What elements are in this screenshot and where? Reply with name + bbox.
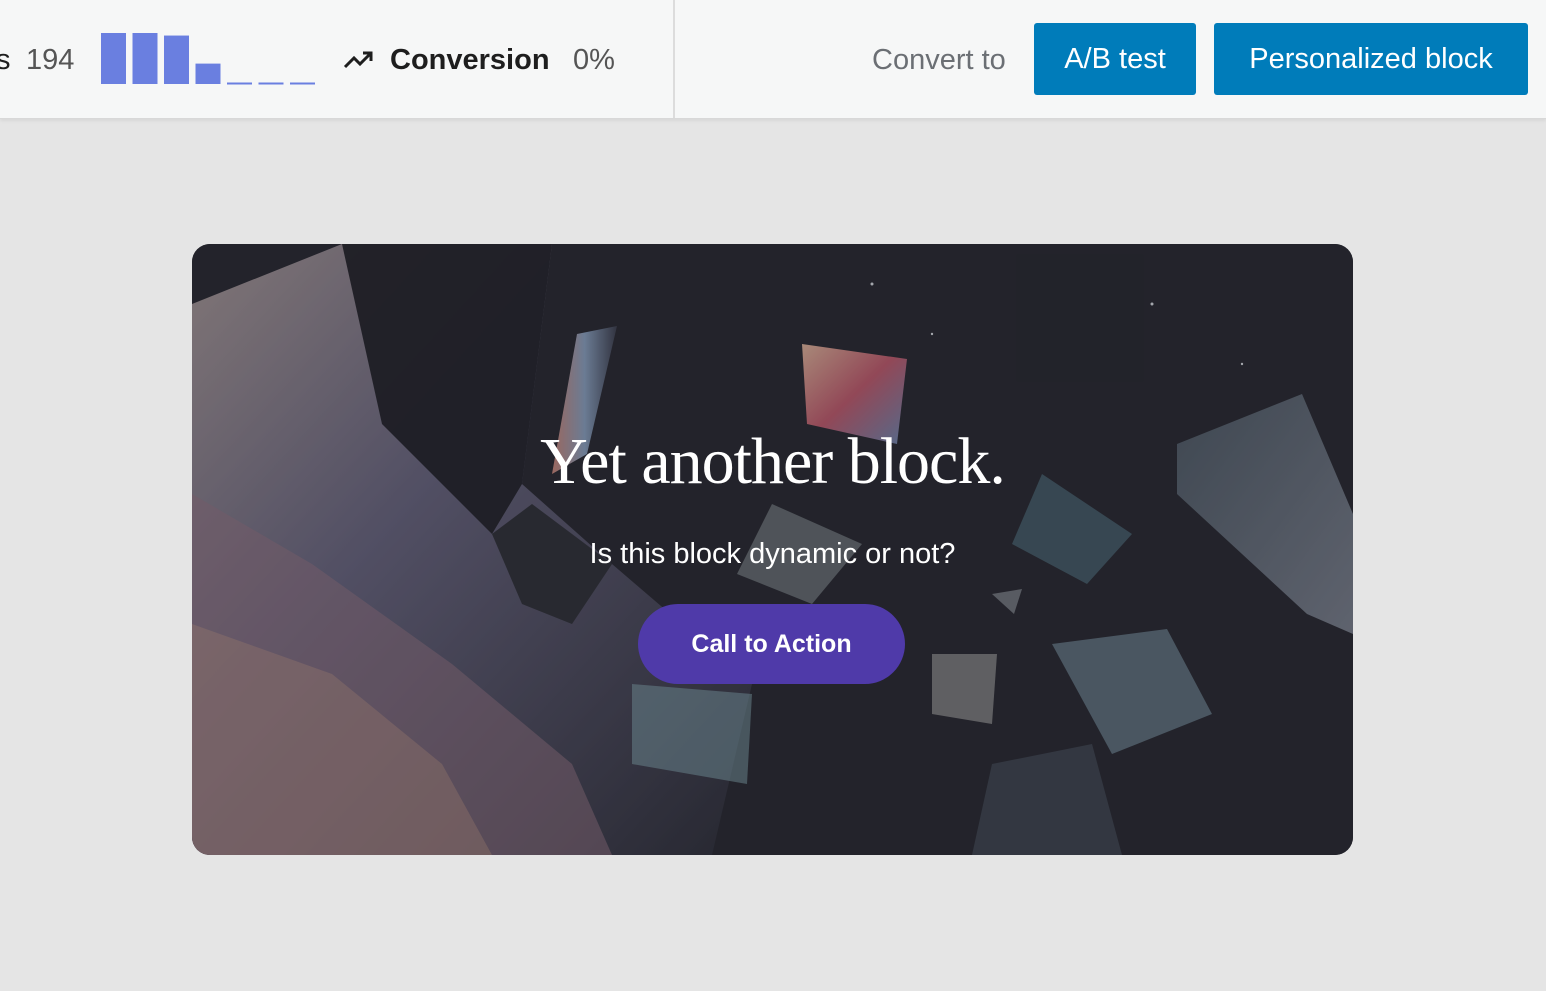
- hero-block[interactable]: Yet another block. Is this block dynamic…: [192, 244, 1353, 855]
- hero-title: Yet another block.: [540, 425, 1006, 498]
- toolbar-divider: [673, 0, 675, 118]
- call-to-action-button[interactable]: Call to Action: [638, 604, 905, 684]
- ab-test-button[interactable]: A/B test: [1034, 23, 1196, 95]
- hero-subtitle: Is this block dynamic or not?: [589, 538, 956, 570]
- sparkline-empty-bar: [227, 82, 252, 85]
- sparkline-bar: [164, 35, 189, 84]
- sparkline-empty-bar: [258, 82, 284, 85]
- stats-sparkline: [101, 33, 315, 85]
- block-toolbar: s 194 Conversion 0% Convert to A/B test …: [0, 0, 1546, 119]
- personalized-block-button[interactable]: Personalized block: [1214, 23, 1528, 95]
- stats-value: 194: [26, 44, 75, 76]
- sparkline-bar: [101, 33, 126, 84]
- conversion-value: 0%: [573, 44, 615, 76]
- trending-up-icon: [343, 51, 373, 69]
- convert-to-label: Convert to: [872, 44, 1006, 76]
- stats-label: s: [0, 44, 11, 76]
- sparkline-bar: [195, 63, 221, 84]
- sparkline-empty-bar: [290, 82, 315, 85]
- sparkline-bar: [132, 33, 158, 84]
- conversion-label: Conversion: [390, 44, 550, 76]
